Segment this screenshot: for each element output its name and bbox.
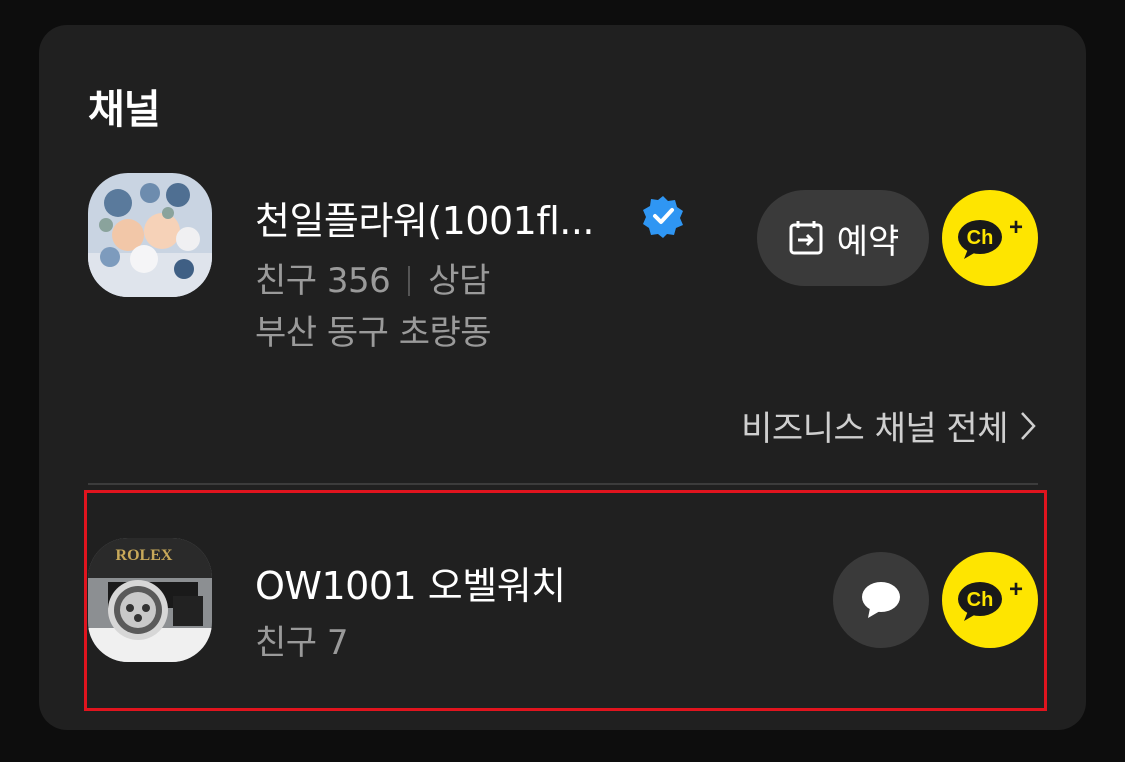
section-divider [88,483,1038,485]
chevron-right-icon [1021,411,1036,440]
svg-text:ROLEX: ROLEX [116,547,173,564]
svg-text:Ch: Ch [967,227,994,249]
meta-separator [408,266,411,296]
section-title: 채널 [88,87,161,133]
ch-plus-icon: Ch + [958,576,1023,621]
channel-meta: 친구 356 상담 [255,253,490,302]
ch-plus-icon: Ch + [958,214,1023,259]
verified-badge-icon [643,196,683,238]
channel-name[interactable]: 천일플라워(1001fl... [255,190,595,245]
consult-tag: 상담 [428,261,490,301]
flower-bouquet-image [88,173,212,297]
calendar-enter-icon [789,221,823,255]
svg-text:Ch: Ch [967,589,994,611]
channel-thumbnail-watch[interactable]: ROLEX [88,538,212,662]
channel-add-button[interactable]: Ch + [942,190,1038,286]
chat-bubble-icon [862,582,900,618]
channel-card: 채널 천일플라워(1001fl... 친구 356 상담 부산 동구 초량동 예… [39,25,1086,730]
channel-location: 부산 동구 초량동 [255,313,492,353]
business-link-label: 비즈니스 채널 전체 [741,409,1008,449]
svg-text:+: + [1009,214,1023,241]
business-channels-all-link[interactable]: 비즈니스 채널 전체 [741,401,1036,450]
svg-text:+: + [1009,576,1023,603]
channel-name[interactable]: OW1001 오벨워치 [255,555,566,610]
channel-thumbnail-flower[interactable] [88,173,212,297]
chat-button[interactable] [833,552,929,648]
reserve-label: 예약 [836,221,900,262]
friend-count: 친구 7 [255,623,349,663]
friend-count: 친구 356 [255,261,391,301]
channel-add-button[interactable]: Ch + [942,552,1038,648]
reserve-button[interactable]: 예약 [757,190,929,286]
rolex-watch-image: ROLEX [88,538,212,662]
